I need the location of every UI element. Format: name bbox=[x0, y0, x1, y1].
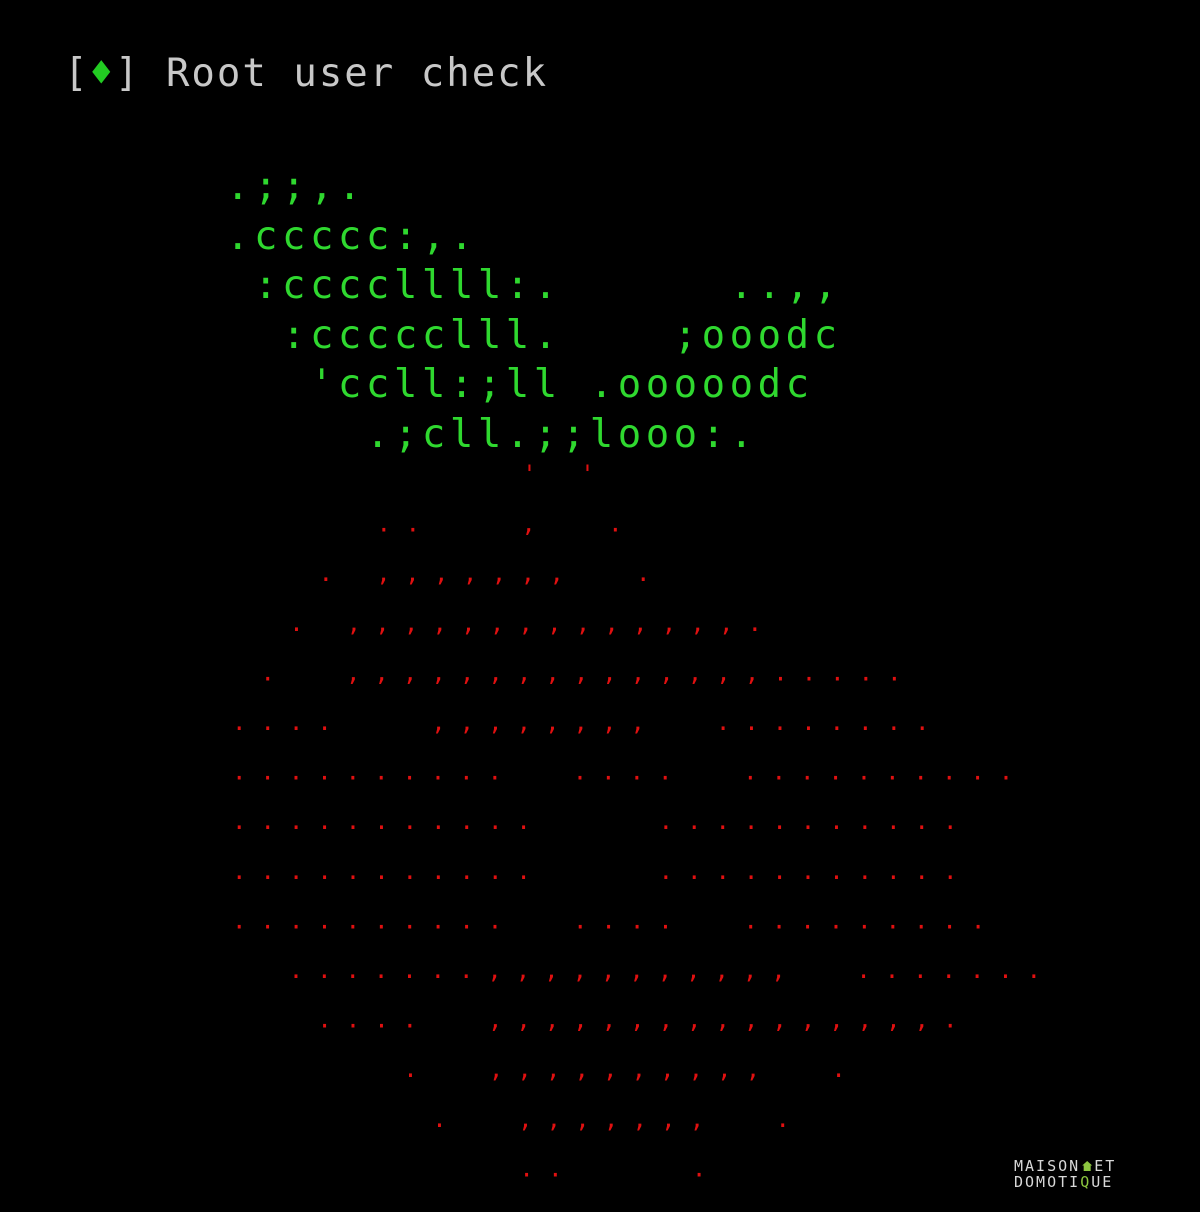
berry-row: ........... ........... bbox=[232, 857, 957, 885]
house-icon bbox=[1082, 1161, 1093, 1171]
berry-row: . ,,,,,,,,,,,,,,. bbox=[232, 609, 762, 637]
berry-row: ........... ........... bbox=[232, 807, 957, 835]
berry-row: . ,,,,,,,,,, . bbox=[232, 1055, 846, 1083]
berry-row: . ,,,,,,, . bbox=[232, 1105, 790, 1133]
logo-line-2: DOMOTI Q UE bbox=[1014, 1174, 1180, 1190]
berry-row: ' ' bbox=[232, 460, 595, 488]
berry-row: .......... .... ......... bbox=[232, 906, 985, 934]
berry-row: . ,,,,,,,,,,,,,,,..... bbox=[232, 658, 902, 686]
berry-row: .......,,,,,,,,,,, ....... bbox=[232, 956, 1041, 984]
raspberry-berry-ascii-art: ' ' .. , . . ,,,,,,, . . ,,,,,,,,,,,,,,.… bbox=[232, 460, 1041, 1182]
berry-row: .... ,,,,,,,,,,,,,,,,. bbox=[232, 1006, 957, 1034]
berry-row: .. , . bbox=[232, 510, 623, 538]
maison-et-domotique-logo: MAISON ET DOMOTI Q UE bbox=[1014, 1158, 1180, 1192]
logo-word-maison: MAISON bbox=[1014, 1157, 1081, 1175]
logo-word-ue: UE bbox=[1091, 1173, 1114, 1191]
logo-line-1: MAISON ET bbox=[1014, 1158, 1180, 1174]
berry-row: .......... .... .......... bbox=[232, 758, 1013, 786]
logo-letter-q: Q bbox=[1080, 1173, 1092, 1191]
berry-row: . ,,,,,,, . bbox=[232, 559, 651, 587]
terminal-window: [♦] Root user check .;;,. .ccccc:,. :ccc… bbox=[0, 0, 1200, 1212]
berry-row: .. . bbox=[232, 1154, 706, 1182]
berry-row: .... ,,,,,,,, ........ bbox=[232, 708, 930, 736]
logo-word-et: ET bbox=[1094, 1157, 1117, 1175]
logo-word-domoti: DOMOTI bbox=[1014, 1173, 1081, 1191]
